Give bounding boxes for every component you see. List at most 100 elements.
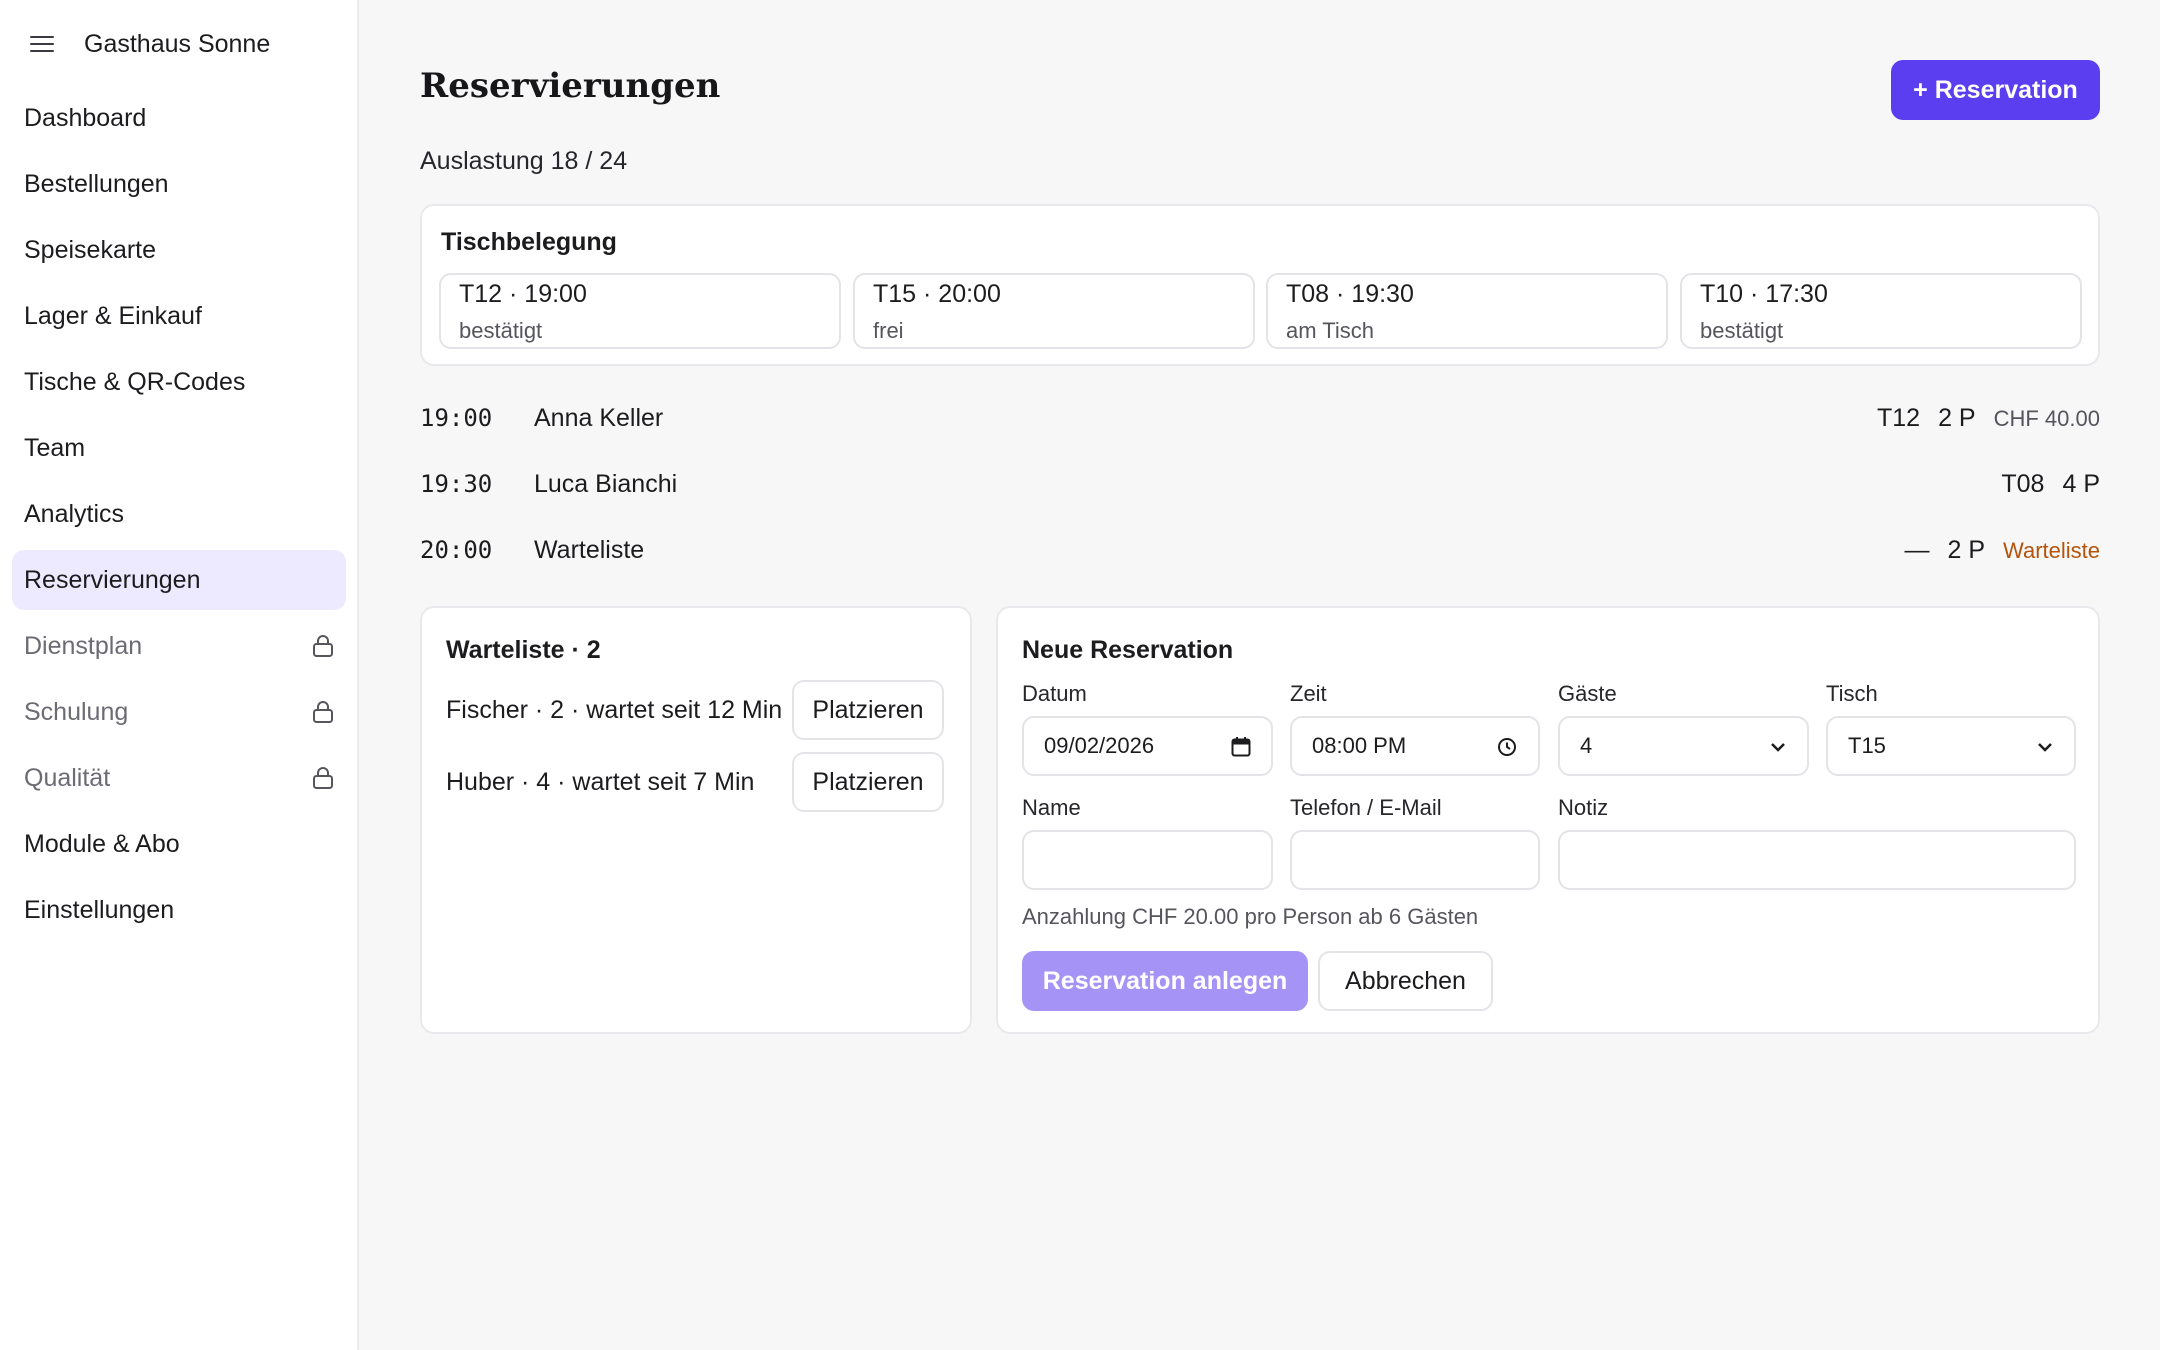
reservation-price: CHF 40.00 [1993,406,2100,431]
date-label: Datum [1022,681,1087,706]
app-name: Gasthaus Sonne [84,29,271,58]
table-chip-status: bestätigt [1700,318,1784,343]
date-value: 09/02/2026 [1044,733,1155,758]
time-field[interactable]: 08:00 PM [1290,716,1540,776]
sidebar-item-label: Qualität [24,763,111,792]
sidebar-item-label: Einstellungen [24,895,175,924]
sidebar-item-label: Dienstplan [24,631,143,660]
waitlist-tag: Warteliste [2003,538,2100,563]
table-chip[interactable]: T08 · 19:30 am Tisch [1266,273,1668,349]
sidebar-item-analytics[interactable]: Analytics [12,484,346,544]
create-reservation-button[interactable]: Reservation anlegen [1022,951,1308,1011]
sidebar-nav: Dashboard Bestellungen Speisekarte Lager… [12,88,346,946]
sidebar-item-team[interactable]: Team [12,418,346,478]
lock-icon [313,635,333,657]
note-input[interactable] [1558,830,2076,890]
time-value: 08:00 PM [1312,733,1407,758]
table-chip-title: T12 · 19:00 [459,280,587,308]
table-select[interactable]: T15 [1826,716,2076,776]
chevron-down-icon [2038,743,2052,752]
sidebar-item-label: Module & Abo [24,829,180,858]
table-chip[interactable]: T12 · 19:00 bestätigt [439,273,841,349]
table-chip-title: T10 · 17:30 [1700,280,1828,308]
sidebar-item-module-abo[interactable]: Module & Abo [12,814,346,874]
sidebar-item-tische[interactable]: Tische & QR-Codes [12,352,346,412]
waitlist-title: Warteliste · 2 [446,636,601,664]
reservation-persons: 2 P [1938,404,1976,432]
occupancy-text: Auslastung 18 / 24 [420,147,628,175]
sidebar-item-speisekarte[interactable]: Speisekarte [12,220,346,280]
table-chip[interactable]: T15 · 20:00 frei [853,273,1255,349]
clock-icon[interactable] [1496,736,1518,758]
reservation-time: 19:00 [420,404,493,432]
sidebar-item-dienstplan[interactable]: Dienstplan [12,616,346,676]
sidebar-item-bestellungen[interactable]: Bestellungen [12,154,346,214]
form-title: Neue Reservation [1022,636,1234,664]
reservation-table: T12 [1876,404,1921,432]
calendar-icon[interactable] [1231,736,1251,758]
reservation-name: Luca Bianchi [534,470,678,498]
reservation-table: T08 [2001,470,2045,498]
sidebar-item-label: Lager & Einkauf [24,301,202,330]
reservation-persons: 4 P [2062,470,2100,498]
cancel-button[interactable]: Abbrechen [1318,951,1493,1011]
lock-icon [313,701,333,723]
contact-label: Telefon / E-Mail [1290,795,1442,820]
table-chip-title: T15 · 20:00 [873,280,1001,308]
contact-input[interactable] [1290,830,1540,890]
note-label: Notiz [1558,795,1609,820]
sidebar-item-qualitaet[interactable]: Qualität [12,748,346,808]
waitlist-entry: Huber · 4 · wartet seit 7 Min [446,768,755,796]
table-occupancy-card: Tischbelegung T12 · 19:00 bestätigt T15 … [420,204,2100,366]
table-chip[interactable]: T10 · 17:30 bestätigt [1680,273,2082,349]
name-label: Name [1022,795,1081,820]
sidebar-item-einstellungen[interactable]: Einstellungen [12,880,346,940]
sidebar-item-label: Team [24,433,86,462]
sidebar-item-label: Reservierungen [24,565,201,594]
reservation-time: 19:30 [420,470,493,498]
sidebar-item-label: Schulung [24,697,129,726]
reservation-persons: 2 P [1947,536,1986,564]
lock-icon [313,767,333,789]
chevron-down-icon [1771,743,1785,752]
waitlist-entry: Fischer · 2 · wartet seit 12 Min [446,696,783,724]
reservation-row[interactable]: 20:00 Warteliste — 2 P Warteliste [420,532,2100,572]
guests-label: Gäste [1558,681,1617,706]
sidebar-item-dashboard[interactable]: Dashboard [12,88,346,148]
brand: Gasthaus Sonne [30,26,270,62]
waitlist-card: Warteliste · 2 Fischer · 2 · wartet seit… [420,606,972,1034]
reservation-name: Anna Keller [534,404,664,432]
table-chip-title: T08 · 19:30 [1286,280,1414,308]
sidebar-item-lager[interactable]: Lager & Einkauf [12,286,346,346]
place-button[interactable]: Platzieren [792,680,944,740]
reservation-row[interactable]: 19:00 Anna Keller T12 2 P CHF 40.00 [420,400,2100,440]
sidebar-item-reservierungen[interactable]: Reservierungen [12,550,346,610]
new-reservation-button[interactable]: + Reservation [1891,60,2100,120]
table-occupancy-title: Tischbelegung [441,228,617,256]
deposit-note: Anzahlung CHF 20.00 pro Person ab 6 Gäst… [1022,904,1479,929]
reservation-time: 20:00 [420,536,493,564]
sidebar: Gasthaus Sonne Dashboard Bestellungen Sp… [0,0,359,1350]
reservation-row[interactable]: 19:30 Luca Bianchi T08 4 P [420,466,2100,506]
table-label: Tisch [1826,681,1878,706]
name-input[interactable] [1022,830,1273,890]
sidebar-item-label: Tische & QR-Codes [24,367,246,396]
sidebar-item-schulung[interactable]: Schulung [12,682,346,742]
reservation-name: Warteliste [534,536,645,564]
reservation-details: — 2 P Warteliste [1904,536,2100,565]
place-button[interactable]: Platzieren [792,752,944,812]
guests-select[interactable]: 4 [1558,716,1809,776]
menu-icon[interactable] [30,34,54,54]
table-chip-status: am Tisch [1286,318,1375,343]
reservation-details: T12 2 P CHF 40.00 [1877,404,2100,433]
table-chip-status: bestätigt [459,318,543,343]
date-field[interactable]: 09/02/2026 [1022,716,1273,776]
sidebar-item-label: Bestellungen [24,169,169,198]
table-value: T15 [1848,733,1886,758]
new-reservation-form: Neue Reservation Datum 09/02/2026 Zeit 0… [996,606,2100,1034]
time-label: Zeit [1290,681,1327,706]
table-chip-status: frei [873,318,904,343]
reservation-table: — [1904,536,1930,564]
page-title: Reservierungen [420,66,721,106]
sidebar-item-label: Analytics [24,499,125,528]
